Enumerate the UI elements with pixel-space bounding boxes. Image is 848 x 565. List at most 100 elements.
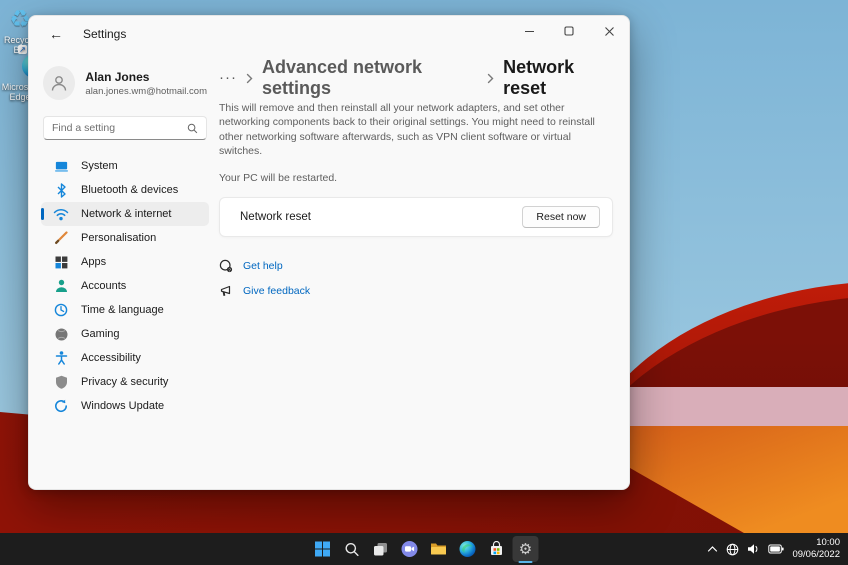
restart-note: Your PC will be restarted. [219,172,613,184]
breadcrumb-parent-link[interactable]: Advanced network settings [262,57,478,99]
help-icon: ? [219,259,233,273]
apps-icon [53,254,69,270]
xbox-icon [53,326,69,342]
chevron-right-icon [246,73,253,84]
search-icon [344,542,359,557]
sidebar-item-apps[interactable]: Apps [41,250,209,274]
window-title: Settings [83,27,126,41]
minimize-button[interactable] [509,16,549,46]
give-feedback-link[interactable]: Give feedback [219,284,613,298]
close-icon [604,26,615,37]
search-icon [187,123,198,134]
edge-browser-button[interactable] [455,536,481,562]
bluetooth-icon [53,182,69,198]
task-view-icon [373,541,389,557]
back-arrow-icon: ← [49,26,63,42]
speaker-icon [747,543,760,555]
tray-chevron-up-button[interactable] [707,545,718,553]
settings-sidebar: Alan Jones alan.jones.wm@hotmail.com Sys… [29,52,219,489]
titlebar: ← Settings [29,16,629,52]
network-tray-button[interactable] [726,543,739,556]
sidebar-item-label: Accessibility [81,352,141,364]
microsoft-store-button[interactable] [484,536,510,562]
volume-tray-button[interactable] [747,543,760,555]
brush-icon [53,230,69,246]
person-silhouette-icon [49,73,69,93]
sidebar-item-time-language[interactable]: Time & language [41,298,209,322]
network-reset-page: ··· Advanced network settings Network re… [219,52,629,489]
wifi-icon [53,206,69,222]
teams-chat-icon [401,540,419,558]
sidebar-item-gaming[interactable]: Gaming [41,322,209,346]
edge-icon [459,540,477,558]
sidebar-item-label: Accounts [81,280,126,292]
settings-app-button[interactable]: ⚙ [513,536,539,562]
taskbar: ⚙ 10:00 [0,533,848,565]
link-label: Give feedback [243,285,310,297]
sidebar-item-privacy-security[interactable]: Privacy & security [41,370,209,394]
sidebar-item-bluetooth-devices[interactable]: Bluetooth & devices [41,178,209,202]
battery-tray-button[interactable] [768,544,784,554]
sidebar-item-network-internet[interactable]: Network & internet [41,202,209,226]
profile-email: alan.jones.wm@hotmail.com [85,86,207,97]
network-reset-card: Network reset Reset now [219,197,613,237]
search-input[interactable] [52,122,187,134]
account-profile[interactable]: Alan Jones alan.jones.wm@hotmail.com [41,58,209,108]
sidebar-item-label: Personalisation [81,232,156,244]
reset-now-button[interactable]: Reset now [522,206,600,228]
clock-time: 10:00 [792,537,840,549]
taskbar-clock[interactable]: 10:00 09/06/2022 [792,537,840,561]
file-explorer-button[interactable] [426,536,452,562]
sidebar-item-label: Privacy & security [81,376,168,388]
page-title: Network reset [503,57,613,99]
sidebar-item-windows-update[interactable]: Windows Update [41,394,209,418]
settings-window: ← Settings [28,15,630,490]
minimize-icon [524,26,535,37]
shield-icon [53,374,69,390]
shortcut-arrow-icon: ↗ [18,45,27,54]
sidebar-item-accounts[interactable]: Accounts [41,274,209,298]
maximize-button[interactable] [549,16,589,46]
windows-start-icon [315,541,331,557]
maximize-icon [564,26,574,36]
gear-icon: ⚙ [519,542,532,557]
file-explorer-icon [430,541,448,557]
get-help-link[interactable]: ? Get help [219,259,613,273]
taskbar-search-button[interactable] [339,536,365,562]
system-icon [53,158,69,174]
breadcrumb-overflow-button[interactable]: ··· [219,73,237,83]
avatar [43,66,75,100]
network-globe-icon [726,543,739,556]
accessibility-icon [53,350,69,366]
sidebar-item-personalisation[interactable]: Personalisation [41,226,209,250]
card-label: Network reset [240,211,311,223]
back-button[interactable]: ← [43,22,69,46]
sidebar-item-label: System [81,160,118,172]
sidebar-item-label: Windows Update [81,400,164,412]
update-icon [53,398,69,414]
link-label: Get help [243,260,283,272]
person-icon [53,278,69,294]
chat-button[interactable] [397,536,423,562]
active-app-indicator [519,561,533,564]
task-view-button[interactable] [368,536,394,562]
sidebar-item-label: Gaming [81,328,120,340]
clock-date: 09/06/2022 [792,549,840,561]
clock-globe-icon [53,302,69,318]
sidebar-nav: System Bluetooth & devices Network & int… [41,154,209,418]
sidebar-item-label: Network & internet [81,208,171,220]
sidebar-item-label: Apps [81,256,106,268]
sidebar-item-accessibility[interactable]: Accessibility [41,346,209,370]
close-button[interactable] [589,16,629,46]
start-button[interactable] [310,536,336,562]
breadcrumb: ··· Advanced network settings Network re… [219,64,613,92]
store-icon [489,541,505,557]
feedback-megaphone-icon [219,284,233,298]
chevron-up-icon [707,545,718,553]
chevron-right-icon [487,73,494,84]
profile-name: Alan Jones [85,70,207,84]
sidebar-item-system[interactable]: System [41,154,209,178]
search-box[interactable] [43,116,207,140]
page-description: This will remove and then reinstall all … [219,101,613,159]
sidebar-item-label: Bluetooth & devices [81,184,178,196]
